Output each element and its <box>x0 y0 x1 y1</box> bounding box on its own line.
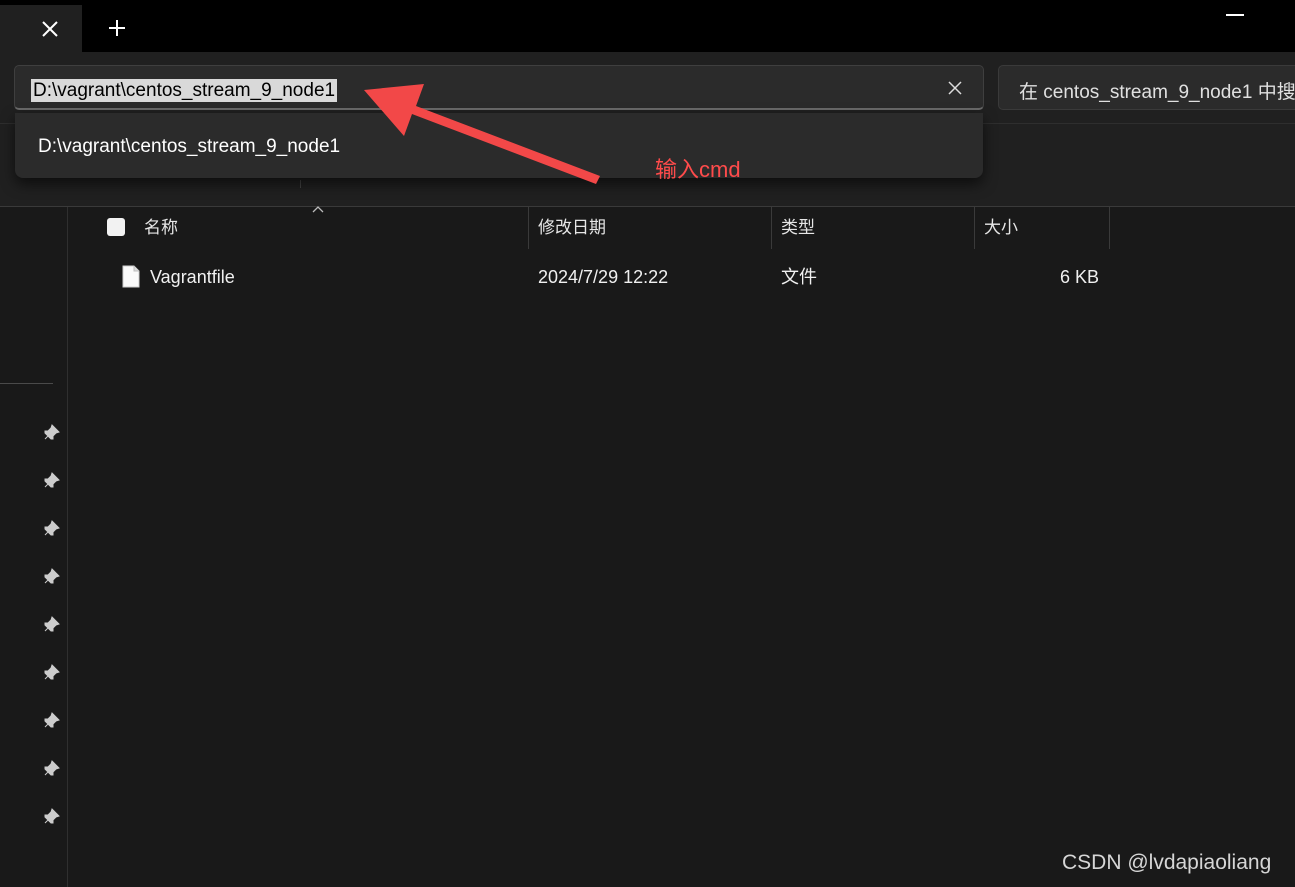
pin-icon[interactable] <box>42 568 60 586</box>
pin-icon[interactable] <box>42 760 60 778</box>
sort-ascending-icon <box>312 206 324 213</box>
file-type: 文件 <box>781 267 817 287</box>
annotation-arrow <box>364 84 600 184</box>
column-separator[interactable] <box>528 207 529 249</box>
close-icon[interactable] <box>947 80 963 96</box>
pin-icon[interactable] <box>42 808 60 826</box>
file-name[interactable]: Vagrantfile <box>150 265 235 289</box>
column-separator[interactable] <box>1109 207 1110 249</box>
search-box[interactable]: 在 centos_stream_9_node1 中搜索 <box>998 65 1295 110</box>
file-size: 6 KB <box>1060 267 1100 287</box>
column-header-type[interactable]: 类型 <box>781 207 815 249</box>
column-separator[interactable] <box>771 207 772 249</box>
title-bar <box>0 0 1295 52</box>
pin-icon[interactable] <box>42 520 60 538</box>
command-bar-separator <box>300 180 301 188</box>
pin-icon[interactable] <box>42 616 60 634</box>
navigation-pane <box>0 207 68 887</box>
close-icon[interactable] <box>38 17 62 41</box>
file-modified: 2024/7/29 12:22 <box>538 267 669 287</box>
tab-current[interactable] <box>0 5 82 52</box>
column-separator[interactable] <box>974 207 975 249</box>
minimize-icon[interactable] <box>1226 14 1244 16</box>
file-icon <box>122 265 140 288</box>
column-header-modified[interactable]: 修改日期 <box>538 207 606 249</box>
content-divider <box>0 206 1295 207</box>
pin-icon[interactable] <box>42 712 60 730</box>
watermark: CSDN @lvdapiaoliang <box>1062 851 1272 874</box>
plus-icon[interactable] <box>105 16 129 40</box>
pin-icon[interactable] <box>42 472 60 490</box>
annotation-text: 输入cmd <box>655 157 741 182</box>
address-input[interactable]: D:\vagrant\centos_stream_9_node1 <box>31 79 338 102</box>
column-header-name[interactable]: 名称 <box>144 207 178 249</box>
suggestion-item[interactable]: D:\vagrant\centos_stream_9_node1 <box>38 136 340 158</box>
pin-icon[interactable] <box>42 664 60 682</box>
select-all-checkbox[interactable] <box>107 218 125 236</box>
pin-icon[interactable] <box>42 424 60 442</box>
search-placeholder: 在 centos_stream_9_node1 中搜索 <box>1019 82 1295 103</box>
nav-separator <box>0 383 53 384</box>
column-header-size[interactable]: 大小 <box>984 207 1018 249</box>
